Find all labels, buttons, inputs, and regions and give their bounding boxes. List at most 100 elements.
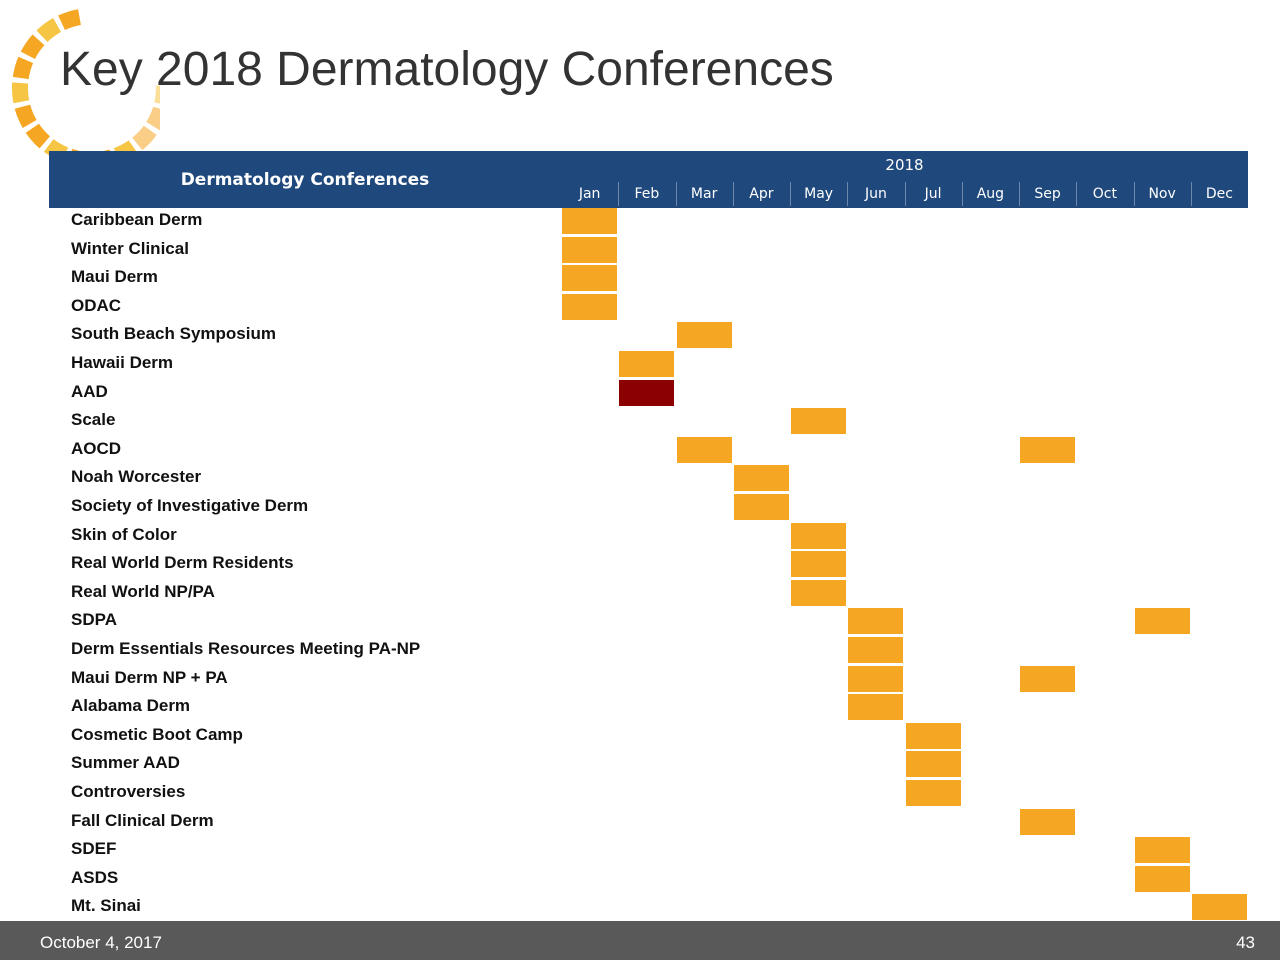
table-header: Dermatology Conferences 2018 Jan Feb Mar Ap… — [49, 151, 1248, 208]
month-header-oct: Oct — [1092, 185, 1117, 202]
table-row: Controversies — [49, 780, 1248, 809]
conference-month-cell — [848, 665, 904, 692]
conference-name: Mt. Sinai — [71, 896, 141, 916]
logo-segment — [12, 56, 34, 80]
month-separator — [1076, 182, 1078, 206]
conference-month-cell — [562, 265, 617, 292]
conference-month-cell — [733, 465, 789, 492]
month-separator — [675, 182, 677, 206]
conference-name: Hawaii Derm — [71, 353, 174, 372]
table-row: Alabama Derm — [49, 694, 1248, 723]
conference-month-cell — [791, 408, 846, 435]
page-number: 43 — [1236, 933, 1255, 952]
conference-month-cell — [1020, 436, 1075, 463]
table-row: Cosmetic Boot Camp — [49, 722, 1248, 752]
conference-name: Maui Derm — [71, 267, 158, 287]
conference-name: AOCD — [71, 438, 122, 458]
table-row: Scale — [49, 408, 1248, 437]
year-header: 2018 — [885, 156, 924, 174]
table-row: AOCD — [49, 436, 1248, 466]
table-row: SDPA — [49, 608, 1248, 637]
month-header-jul: Jul — [924, 185, 942, 202]
month-separator — [904, 182, 906, 206]
conference-month-cell — [562, 293, 617, 320]
conference-name: ASDS — [71, 867, 119, 887]
month-separator — [847, 182, 849, 206]
conference-month-cell — [619, 351, 675, 377]
footer-date: October 4, 2017 — [40, 933, 162, 952]
table-row: Real World NP/PA — [49, 579, 1248, 609]
conference-name: Fall Clinical Derm — [71, 810, 214, 830]
conference-month-cell — [1020, 808, 1075, 835]
table-row: Maui Derm — [49, 265, 1248, 294]
conference-name: Scale — [71, 410, 116, 430]
month-separator — [732, 182, 734, 206]
conference-name: South Beach Symposium — [71, 324, 276, 344]
conference-month-cell — [733, 494, 789, 520]
conference-month-cell — [905, 780, 961, 806]
conference-month-cell — [848, 608, 904, 635]
logo-segment — [36, 18, 61, 42]
conference-month-cell — [1134, 837, 1190, 864]
month-header-row: Jan Feb Mar Apr May Jun Jul Aug Sep Oct Nov Dec — [561, 179, 1248, 208]
conference-month-cell — [562, 208, 617, 234]
table-row: Maui Derm NP + PA — [49, 665, 1248, 695]
month-separator — [961, 182, 963, 206]
conference-month-cell — [1134, 608, 1190, 635]
conference-month-cell — [791, 522, 846, 549]
logo-segment — [58, 9, 81, 30]
conference-name: Alabama Derm — [71, 696, 191, 716]
conference-month-cell — [1134, 865, 1190, 892]
table-row: ASDS — [49, 865, 1248, 895]
table-row: Hawaii Derm — [49, 351, 1248, 380]
month-separator — [618, 182, 620, 206]
table-row: Derm Essentials Resources Meeting PA-NP — [49, 637, 1248, 666]
month-header-mar: Mar — [690, 185, 718, 202]
conference-name: Noah Worcester — [71, 467, 202, 487]
conference-name: Real World Derm Residents — [71, 553, 294, 573]
month-header-apr: Apr — [749, 185, 774, 202]
conference-month-cell — [848, 637, 904, 663]
month-header-jan: Jan — [578, 185, 601, 202]
month-header-jun: Jun — [864, 185, 887, 202]
table-row: Fall Clinical Derm — [49, 808, 1248, 838]
conference-name: Skin of Color — [71, 524, 177, 544]
column-header-conferences: Dermatology Conferences — [180, 169, 430, 190]
logo-segment — [12, 82, 30, 104]
conference-month-cell — [791, 551, 846, 578]
table-row: Winter Clinical — [49, 236, 1248, 266]
table-row: Real World Derm Residents — [49, 551, 1248, 580]
table-row: ODAC — [49, 293, 1248, 323]
conference-month-cell — [619, 379, 675, 406]
logo-segment — [20, 34, 45, 59]
month-header-sep: Sep — [1034, 185, 1061, 202]
table-row: AAD — [49, 379, 1248, 409]
conference-name: ODAC — [71, 295, 122, 315]
table-row: South Beach Symposium — [49, 322, 1248, 351]
conference-name: SDPA — [71, 610, 117, 630]
table-row: Summer AAD — [49, 751, 1248, 780]
page-title: Key 2018 Dermatology Conferences — [60, 43, 834, 96]
conference-month-cell — [905, 722, 961, 749]
table-row: Society of Investigative Derm — [49, 494, 1248, 523]
conference-name: Derm Essentials Resources Meeting PA-NP — [71, 639, 421, 658]
conference-name: Cosmetic Boot Camp — [71, 724, 243, 744]
conference-name: Society of Investigative Derm — [71, 496, 309, 515]
conference-name: Controversies — [71, 782, 186, 801]
month-separator — [790, 182, 791, 206]
conference-month-cell — [676, 436, 732, 463]
table-row: Mt. Sinai — [49, 894, 1248, 923]
month-header-aug: Aug — [976, 185, 1005, 202]
table-row: Caribbean Derm — [49, 208, 1248, 237]
month-header-may: May — [804, 185, 834, 202]
conference-name: Caribbean Derm — [71, 210, 203, 229]
month-header-nov: Nov — [1148, 185, 1176, 202]
conference-month-cell — [848, 694, 904, 721]
month-separator — [1190, 182, 1192, 206]
conference-name: Maui Derm NP + PA — [71, 667, 228, 687]
logo-segment — [132, 125, 157, 151]
month-separator — [1133, 182, 1135, 206]
month-header-feb: Feb — [634, 185, 660, 202]
logo-segment — [14, 104, 37, 128]
conference-name: Summer AAD — [71, 753, 180, 773]
